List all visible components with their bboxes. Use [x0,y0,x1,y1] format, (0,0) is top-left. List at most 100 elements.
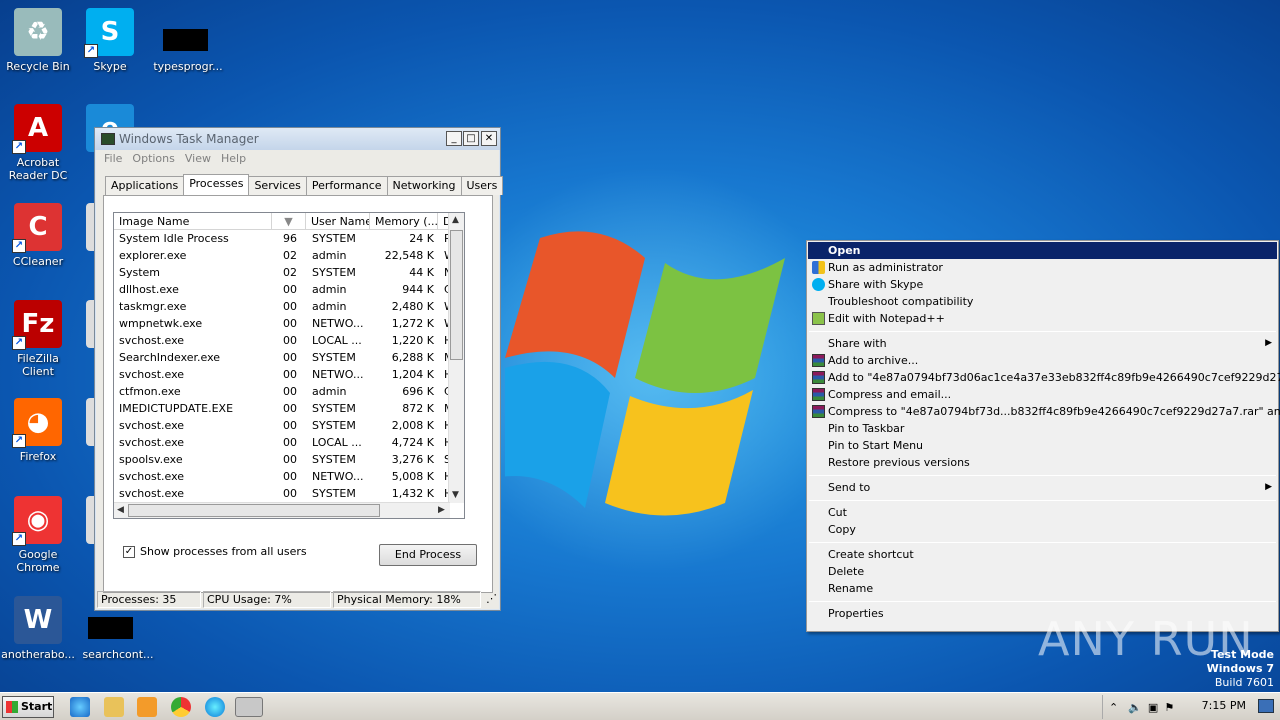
tab-applications[interactable]: Applications [105,176,185,195]
table-row[interactable]: System Idle Process 96 SYSTEM 24 K Pe [114,230,464,247]
desktop-icon[interactable]: C ↗ CCleaner [0,203,76,268]
scroll-up-icon[interactable]: ▲ [452,215,459,225]
context-menu-item[interactable]: Share with ▶ [807,335,1278,352]
context-menu-item[interactable]: Add to "4e87a0794bf73d06ac1ce4a37e33eb83… [807,369,1280,386]
show-all-checkbox[interactable]: ✓ Show processes from all users [123,545,307,558]
scroll-right-icon[interactable]: ▶ [438,505,445,515]
windows-version-line: Windows 7 [1206,662,1274,675]
context-menu-item[interactable]: Add to archive... [807,352,1278,369]
context-menu-item[interactable]: Run as administrator [807,259,1278,276]
tab-services[interactable]: Services [248,176,307,195]
menu-options[interactable]: Options [127,152,179,165]
minimize-button[interactable]: _ [446,131,462,146]
context-menu-item[interactable]: Cut [807,504,1278,521]
col-user-name[interactable]: User Name [306,213,370,229]
table-row[interactable]: ctfmon.exe 00 admin 696 K C [114,383,464,400]
desktop-icon[interactable]: Fz ↗ FileZilla Client [0,300,76,378]
tray-expand-icon[interactable]: ⌃ [1109,701,1118,714]
cell-description: W [438,247,448,264]
table-row[interactable]: taskmgr.exe 00 admin 2,480 K W [114,298,464,315]
status-cpu: CPU Usage: 7% [203,591,331,608]
explorer-icon[interactable] [104,697,124,717]
cell-image-name: svchost.exe [119,368,185,381]
table-row[interactable]: svchost.exe 00 LOCAL ... 1,220 K H [114,332,464,349]
context-menu-item[interactable]: Pin to Start Menu [807,437,1278,454]
desktop-icon[interactable]: ♻ Recycle Bin [0,8,76,73]
cell-memory: 24 K [409,232,434,245]
menu-help[interactable]: Help [216,152,251,165]
cell-description: W [438,298,448,315]
scroll-thumb[interactable] [450,230,463,360]
scroll-left-icon[interactable]: ◀ [117,505,124,515]
table-row[interactable]: explorer.exe 02 admin 22,548 K W [114,247,464,264]
network-icon[interactable]: ▣ [1148,701,1158,714]
title-bar[interactable]: Windows Task Manager [95,128,500,150]
context-menu-item[interactable]: Send to ▶ [807,479,1278,496]
chrome-icon[interactable] [171,697,191,717]
maximize-button[interactable]: □ [463,131,479,146]
end-process-button[interactable]: End Process [379,544,477,566]
table-row[interactable]: svchost.exe 00 SYSTEM 2,008 K H [114,417,464,434]
desktop-icon[interactable]: ◉ ↗ Google Chrome [0,496,76,574]
table-row[interactable]: System 02 SYSTEM 44 K N [114,264,464,281]
context-menu-item[interactable]: Share with Skype [807,276,1278,293]
context-menu-item[interactable]: Edit with Notepad++ [807,310,1278,327]
cell-image-name: dllhost.exe [119,283,179,296]
cell-cpu: 00 [283,385,297,398]
tab-users[interactable]: Users [460,176,504,195]
context-menu-item[interactable]: Rename [807,580,1278,597]
col-cpu[interactable]: ▼ [272,213,306,229]
context-menu-item[interactable]: Troubleshoot compatibility [807,293,1278,310]
cell-user: SYSTEM [312,402,356,415]
context-menu-item[interactable]: Copy [807,521,1278,538]
close-button[interactable]: ✕ [481,131,497,146]
table-row[interactable]: dllhost.exe 00 admin 944 K C [114,281,464,298]
ie-icon[interactable] [70,697,90,717]
start-button[interactable]: Start [2,696,54,718]
menu-view[interactable]: View [180,152,216,165]
cell-user: SYSTEM [312,266,356,279]
context-menu-item[interactable]: Pin to Taskbar [807,420,1278,437]
table-row[interactable]: svchost.exe 00 SYSTEM 1,432 K H [114,485,464,502]
volume-icon[interactable]: 🔈 [1128,701,1142,714]
desktop-icon[interactable]: S ↗ Skype [72,8,148,73]
context-menu-item[interactable]: Restore previous versions [807,454,1278,471]
col-image-name[interactable]: Image Name [114,213,272,229]
media-player-icon[interactable] [137,697,157,717]
context-menu-item[interactable]: Delete [807,563,1278,580]
edge-icon[interactable] [205,697,225,717]
col-memory[interactable]: Memory (... [370,213,438,229]
context-menu-item[interactable]: Compress to "4e87a0794bf73d...b832ff4c89… [807,403,1280,420]
menu-separator [809,500,1276,501]
show-desktop-icon[interactable] [1258,699,1274,713]
context-menu-item[interactable]: Compress and email... [807,386,1278,403]
desktop-icon[interactable]: ◕ ↗ Firefox [0,398,76,463]
context-menu-item[interactable]: Open [808,242,1277,259]
desktop-icon[interactable]: A ↗ Acrobat Reader DC [0,104,76,182]
tab-networking[interactable]: Networking [386,176,462,195]
table-row[interactable]: spoolsv.exe 00 SYSTEM 3,276 K Sp [114,451,464,468]
table-row[interactable]: IMEDICTUPDATE.EXE 00 SYSTEM 872 K M [114,400,464,417]
table-row[interactable]: wmpnetwk.exe 00 NETWO... 1,272 K W [114,315,464,332]
cell-image-name: svchost.exe [119,470,185,483]
table-row[interactable]: svchost.exe 00 NETWO... 5,008 K H [114,468,464,485]
tab-processes[interactable]: Processes [183,174,250,195]
process-list[interactable]: Image Name ▼ User Name Memory (... D Sys… [113,212,465,519]
cell-image-name: spoolsv.exe [119,453,183,466]
vertical-scrollbar[interactable]: ▲ ▼ [448,213,464,503]
tab-performance[interactable]: Performance [305,176,388,195]
desktop-icon[interactable]: Wanotherabo... [0,596,76,661]
table-row[interactable]: svchost.exe 00 LOCAL ... 4,724 K H [114,434,464,451]
checkbox-box[interactable]: ✓ [123,545,135,558]
table-row[interactable]: svchost.exe 00 NETWO... 1,204 K H [114,366,464,383]
horizontal-scrollbar[interactable]: ◀ ▶ [114,502,450,518]
scroll-down-icon[interactable]: ▼ [452,490,459,500]
clock[interactable]: 7:15 PM [1202,699,1246,712]
scroll-thumb-h[interactable] [128,504,380,517]
taskmgr-taskbar-button[interactable] [235,697,263,717]
context-menu-item[interactable]: Create shortcut [807,546,1278,563]
menu-file[interactable]: File [99,152,127,165]
table-row[interactable]: SearchIndexer.exe 00 SYSTEM 6,288 K M [114,349,464,366]
resize-grip-icon[interactable]: ⋰ [483,591,497,608]
action-center-icon[interactable]: ⚑ [1164,701,1174,714]
